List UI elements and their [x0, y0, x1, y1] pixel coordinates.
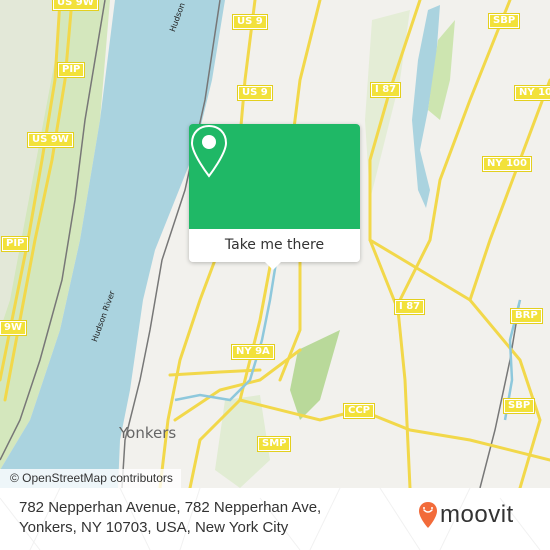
park-central: [290, 330, 340, 420]
address-line-1: 782 Nepperhan Avenue, 782 Nepperhan Ave,: [19, 499, 322, 516]
address-text: 782 Nepperhan Avenue, 782 Nepperhan Ave,…: [19, 498, 321, 538]
popup-header: [189, 124, 360, 229]
shield-ccp: CCP: [342, 403, 376, 419]
take-me-there-button[interactable]: Take me there: [189, 229, 360, 262]
destination-popup: Take me there: [189, 124, 360, 270]
shield-smp: SMP: [256, 436, 292, 452]
shield-brp: BRP: [510, 308, 543, 324]
shield-ny100: NY 100: [514, 85, 550, 101]
shield-i87-2: I 87: [393, 299, 426, 315]
shield-ny100-2: NY 100: [482, 156, 532, 172]
shield-us9w-2: 9W: [0, 320, 27, 336]
shield-us9w: US 9W: [27, 132, 74, 148]
shield-sbp-2: SBP: [502, 398, 536, 414]
shield-us9: US 9: [232, 14, 268, 30]
address-line-2: Yonkers, NY 10703, USA, New York City: [19, 519, 289, 536]
shield-ny9a: NY 9A: [231, 344, 275, 360]
shield-pip-2: PIP: [0, 236, 30, 252]
popup-tail: [264, 261, 282, 270]
shield-us9-2: US 9: [237, 85, 273, 101]
moovit-logo: moovit: [418, 501, 514, 529]
shield-i87: I 87: [369, 82, 402, 98]
map-view[interactable]: US 9W PIP US 9W PIP 9W US 9 US 9 I 87 SB…: [0, 0, 550, 488]
road-ny100: [468, 78, 550, 302]
shield-us9w-top: US 9W: [52, 0, 99, 11]
map-attribution[interactable]: © OpenStreetMap contributors: [0, 469, 181, 488]
shield-pip: PIP: [56, 62, 86, 78]
map-pin-icon: [190, 124, 228, 178]
moovit-pin-icon: [419, 502, 437, 528]
brand-name: moovit: [440, 501, 514, 528]
city-label-yonkers: Yonkers: [119, 424, 177, 442]
park-northeast: [365, 10, 410, 200]
shield-sbp: SBP: [487, 13, 521, 29]
footer: 782 Nepperhan Avenue, 782 Nepperhan Ave,…: [0, 488, 550, 550]
